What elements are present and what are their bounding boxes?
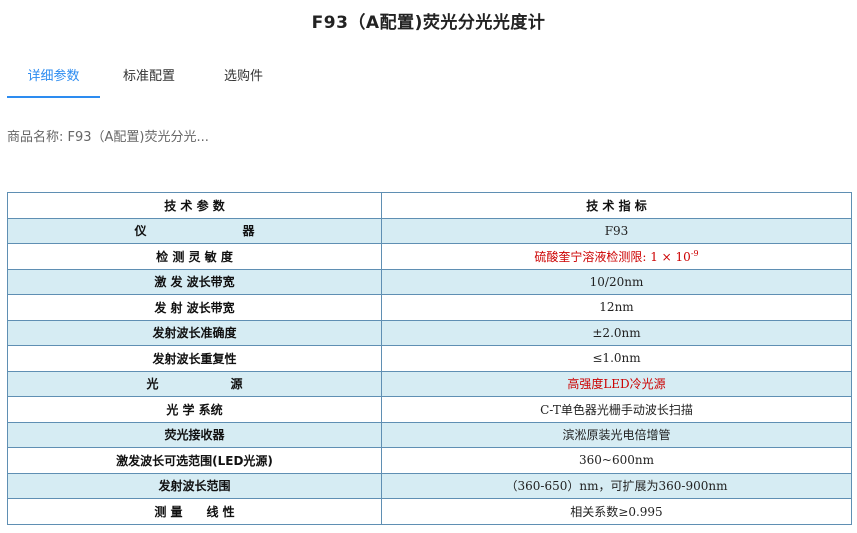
row-value: ±2.0nm	[381, 319, 852, 346]
tab-bar: 详细参数 标准配置 选购件	[7, 58, 263, 100]
product-name: 商品名称: F93（A配置)荧光分光...	[7, 130, 209, 145]
tab-details[interactable]: 详细参数	[7, 58, 100, 98]
table-row: 检 测 灵 敏 度 硫酸奎宁溶液检测限: 1 × 10-9	[7, 243, 852, 270]
table-row: 发射波长准确度 ±2.0nm	[7, 319, 852, 346]
row-value: 10/20nm	[381, 268, 852, 295]
row-value-exponent: -9	[690, 248, 699, 258]
table-row: 激 发 波长带宽 10/20nm	[7, 268, 852, 295]
row-param: 发射波长准确度	[7, 319, 382, 346]
row-param: 激 发 波长带宽	[7, 268, 382, 295]
row-param: 发 射 波长带宽	[7, 294, 382, 321]
row-value: 高强度LED冷光源	[381, 370, 852, 397]
table-header-row: 技 术 参 数 技 术 指 标	[7, 192, 852, 219]
row-value: C-T单色器光栅手动波长扫描	[381, 396, 852, 423]
row-param: 发射波长重复性	[7, 345, 382, 372]
table-row: 仪 器 F93	[7, 217, 852, 244]
table-row: 发射波长范围 （360-650）nm，可扩展为360-900nm	[7, 472, 852, 499]
row-param: 检 测 灵 敏 度	[7, 243, 382, 270]
page-title: F93（A配置)荧光分光光度计	[311, 13, 546, 33]
row-param: 发射波长范围	[7, 472, 382, 499]
row-param: 激发波长可选范围(LED光源)	[7, 447, 382, 474]
row-param: 光 学 系统	[7, 396, 382, 423]
header-value: 技 术 指 标	[381, 192, 852, 219]
row-value: 相关系数≥0.995	[381, 498, 852, 525]
table-row: 光 源 高强度LED冷光源	[7, 370, 852, 397]
tab-standard-config[interactable]: 标准配置	[123, 58, 175, 96]
row-param: 仪 器	[7, 217, 382, 244]
table-row: 光 学 系统 C-T单色器光栅手动波长扫描	[7, 396, 852, 423]
row-value: 12nm	[381, 294, 852, 321]
row-value: （360-650）nm，可扩展为360-900nm	[381, 472, 852, 499]
spec-table: 技 术 参 数 技 术 指 标 仪 器 F93 检 测 灵 敏 度 硫酸奎宁溶液…	[7, 192, 852, 525]
row-value: ≤1.0nm	[381, 345, 852, 372]
row-value-text: 硫酸奎宁溶液检测限: 1 × 10	[534, 249, 691, 264]
row-value: 360~600nm	[381, 447, 852, 474]
row-param: 测 量 线 性	[7, 498, 382, 525]
row-value: 滨淞原装光电倍增管	[381, 421, 852, 448]
header-param: 技 术 参 数	[7, 192, 382, 219]
table-row: 荧光接收器 滨淞原装光电倍增管	[7, 421, 852, 448]
row-value: 硫酸奎宁溶液检测限: 1 × 10-9	[381, 243, 852, 270]
row-param: 光 源	[7, 370, 382, 397]
tab-optional-parts[interactable]: 选购件	[224, 58, 263, 96]
table-row: 发 射 波长带宽 12nm	[7, 294, 852, 321]
table-row: 激发波长可选范围(LED光源) 360~600nm	[7, 447, 852, 474]
row-param: 荧光接收器	[7, 421, 382, 448]
row-value: F93	[381, 217, 852, 244]
table-row: 发射波长重复性 ≤1.0nm	[7, 345, 852, 372]
table-row: 测 量 线 性 相关系数≥0.995	[7, 498, 852, 525]
